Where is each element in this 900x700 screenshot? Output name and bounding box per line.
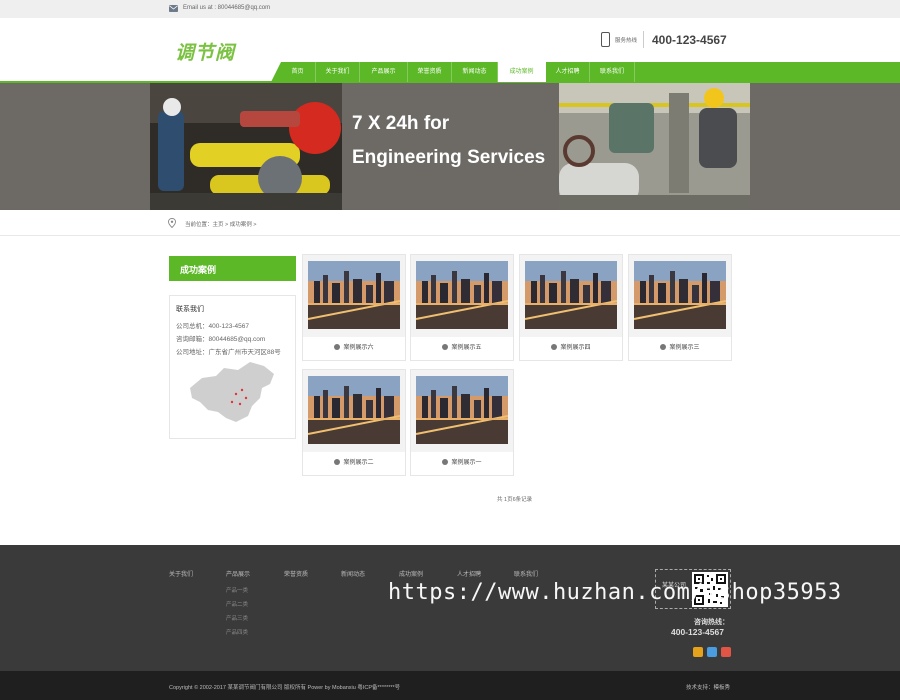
nav-item-contact[interactable]: 联系我们 — [590, 62, 635, 82]
case-caption[interactable]: 案例展示四 — [520, 337, 622, 360]
case-card[interactable]: 案例展示三 — [628, 254, 732, 361]
top-strip: Email us at : 80044685@qq.com — [0, 0, 900, 18]
case-card[interactable]: 案例展示六 — [302, 254, 406, 361]
contact-email: 咨询邮箱：80044685@qq.com — [176, 336, 266, 343]
weibo-icon[interactable] — [693, 647, 703, 657]
tencent-weibo-icon[interactable] — [721, 647, 731, 657]
arrow-circle-icon — [334, 459, 341, 465]
breadcrumb[interactable]: 当前位置：主页 > 成功案例 > — [185, 220, 257, 228]
contact-address: 公司地址：广东省广州市天河区88号 — [176, 349, 281, 356]
hotline-label: 服务热线 — [615, 38, 638, 44]
nav-item-home[interactable]: 首页 — [280, 62, 316, 82]
banner-headline: 7 X 24h for — [352, 113, 450, 134]
tech-support[interactable]: 技术支持：模板秀 — [686, 683, 730, 691]
nav-item-jobs[interactable]: 人才招聘 — [546, 62, 590, 82]
mail-icon — [169, 5, 178, 12]
consult-label: 咨询热线： — [694, 619, 729, 626]
case-thumbnail[interactable] — [308, 376, 400, 444]
footer-link-jobs[interactable]: 人才招聘 — [457, 569, 481, 578]
case-card[interactable]: 案例展示五 — [410, 254, 514, 361]
footer-sublink[interactable]: 产品二类 — [226, 600, 248, 608]
top-email: Email us at : 80044685@qq.com — [183, 5, 271, 11]
case-label[interactable]: 案例展示三 — [669, 345, 699, 351]
arrow-circle-icon — [442, 344, 449, 350]
sidebar-title-text: 成功案例 — [180, 265, 217, 275]
sidebar-title: 成功案例 — [169, 256, 296, 281]
footer-link-products[interactable]: 产品展示 — [226, 569, 250, 578]
case-thumbnail[interactable] — [525, 261, 617, 329]
nav-item-honors[interactable]: 荣誉资质 — [408, 62, 452, 82]
location-pin-icon — [168, 218, 176, 228]
arrow-circle-icon — [442, 459, 449, 465]
site-footer — [0, 545, 900, 671]
footer-sublink[interactable]: 产品一类 — [226, 586, 248, 594]
hotline-number: 400-123-4567 — [652, 33, 727, 47]
footer-link-about[interactable]: 关于我们 — [169, 569, 193, 578]
case-label[interactable]: 案例展示五 — [451, 345, 481, 351]
case-label[interactable]: 案例展示二 — [343, 460, 373, 466]
consult-number: 400-123-4567 — [671, 627, 724, 637]
case-thumbnail[interactable] — [416, 261, 508, 329]
nav-item-products[interactable]: 产品展示 — [360, 62, 408, 82]
case-caption[interactable]: 案例展示三 — [629, 337, 731, 360]
case-label[interactable]: 案例展示六 — [343, 345, 373, 351]
case-thumbnail[interactable] — [634, 261, 726, 329]
nav-item-news[interactable]: 新闻动态 — [452, 62, 498, 82]
contact-heading: 联系我们 — [176, 306, 204, 313]
case-thumbnail[interactable] — [308, 261, 400, 329]
case-caption[interactable]: 案例展示一 — [411, 452, 513, 475]
footer-sublink[interactable]: 产品三类 — [226, 614, 248, 622]
case-caption[interactable]: 案例展示二 — [303, 452, 405, 475]
case-card[interactable]: 案例展示二 — [302, 369, 406, 476]
pagination-info: 共 1页6条记录 — [497, 497, 533, 503]
case-card[interactable]: 案例展示四 — [519, 254, 623, 361]
nav-item-about[interactable]: 关于我们 — [316, 62, 360, 82]
contact-phone: 公司总机：400-123-4567 — [176, 323, 249, 330]
nav-item-cases[interactable]: 成功案例 — [498, 62, 546, 82]
footer-link-news[interactable]: 新闻动态 — [341, 569, 365, 578]
copyright-text: Copyright © 2002-2017 某某调节阀门有限公司 版权所有 Po… — [169, 685, 401, 691]
site-logo[interactable]: 调节阀 — [175, 38, 235, 65]
banner-photo-right — [559, 83, 750, 210]
china-map-icon — [190, 362, 274, 422]
case-card[interactable]: 案例展示一 — [410, 369, 514, 476]
watermark: https://www.huzhan.com/ishop35953 — [388, 580, 842, 605]
bottom-bar — [0, 671, 900, 700]
case-label[interactable]: 案例展示四 — [560, 345, 590, 351]
arrow-circle-icon — [551, 344, 558, 350]
footer-link-honors[interactable]: 荣誉资质 — [284, 569, 308, 578]
footer-link-cases[interactable]: 成功案例 — [399, 569, 423, 578]
banner-subheadline: Engineering Services — [352, 147, 546, 168]
footer-link-contact[interactable]: 联系我们 — [514, 569, 538, 578]
arrow-circle-icon — [334, 344, 341, 350]
phone-icon — [601, 32, 610, 47]
arrow-circle-icon — [660, 344, 667, 350]
breadcrumb-bar — [0, 210, 900, 236]
main-nav: 首页 关于我们 产品展示 荣誉资质 新闻动态 成功案例 人才招聘 联系我们 — [280, 62, 635, 82]
banner-photo-left — [150, 83, 342, 210]
divider — [643, 31, 644, 48]
case-caption[interactable]: 案例展示五 — [411, 337, 513, 360]
qq-icon[interactable] — [707, 647, 717, 657]
case-label[interactable]: 案例展示一 — [451, 460, 481, 466]
case-thumbnail[interactable] — [416, 376, 508, 444]
case-caption[interactable]: 案例展示六 — [303, 337, 405, 360]
footer-sublink[interactable]: 产品四类 — [226, 628, 248, 636]
